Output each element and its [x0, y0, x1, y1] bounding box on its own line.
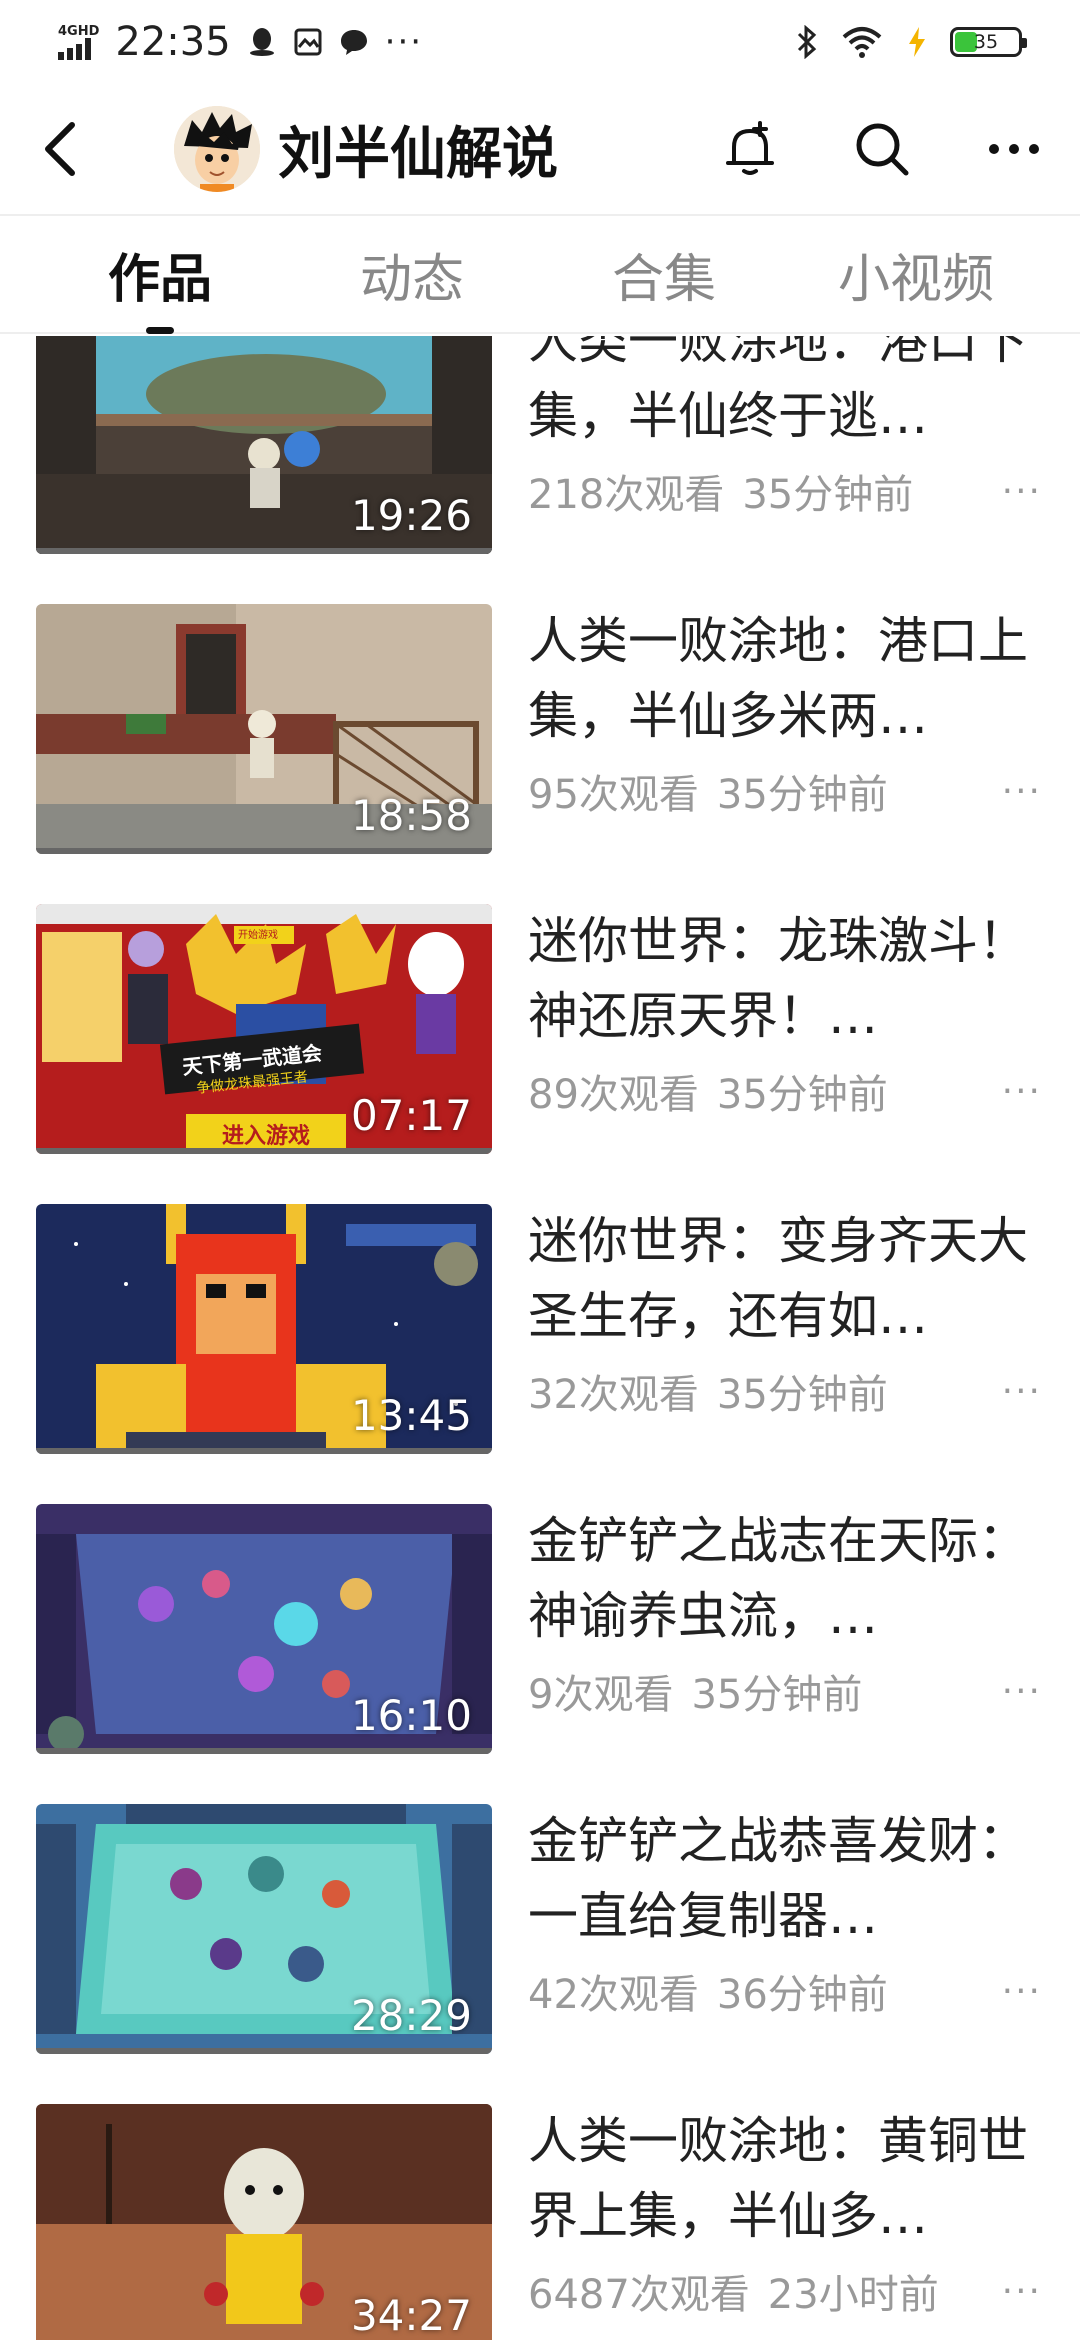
tab-short-videos[interactable]: 小视频: [790, 237, 1042, 312]
search-button[interactable]: [846, 113, 918, 185]
video-more-button[interactable]: ···: [1002, 1371, 1046, 1412]
video-duration: 16:10: [350, 1691, 472, 1740]
video-thumbnail[interactable]: 18:58: [36, 604, 492, 854]
search-icon: [856, 123, 909, 176]
video-item[interactable]: 开始游戏 天下第一武道会 争做龙珠最强王者 进入游戏 07:17 迷你世界：龙珠…: [36, 904, 1046, 1154]
video-thumbnail[interactable]: 13:45: [36, 1204, 492, 1454]
video-title[interactable]: 迷你世界：龙珠激斗！神还原天界！…: [528, 904, 1046, 1054]
channel-header: 刘半仙解说: [0, 84, 1080, 214]
video-item[interactable]: 16:10 金铲铲之战志在天际：神谕养虫流，… 9次观看 35分钟前 ···: [36, 1504, 1046, 1754]
video-views: 6487次观看: [528, 2272, 750, 2318]
video-item[interactable]: 18:58 人类一败涂地：港口上集，半仙多米两… 95次观看 35分钟前 ···: [36, 604, 1046, 854]
more-notifications-icon: ···: [384, 22, 424, 62]
bluetooth-icon: [792, 25, 822, 59]
bell-plus-icon: [726, 121, 774, 175]
video-time: 35分钟前: [716, 772, 888, 818]
wifi-icon: [840, 27, 884, 58]
video-more-button[interactable]: ···: [1002, 471, 1046, 512]
battery-level: 35: [973, 31, 999, 53]
video-title[interactable]: 金铲铲之战恭喜发财：一直给复制器…: [528, 1804, 1046, 1954]
video-item[interactable]: 13:45 迷你世界：变身齐天大圣生存，还有如… 32次观看 35分钟前 ···: [36, 1204, 1046, 1454]
qq-icon: [247, 27, 277, 57]
video-more-button[interactable]: ···: [1002, 1671, 1046, 1712]
video-time: 35分钟前: [716, 1072, 888, 1118]
more-horizontal-icon: [989, 144, 1039, 154]
video-more-button[interactable]: ···: [1002, 1971, 1046, 2012]
video-thumbnail[interactable]: 开始游戏 天下第一武道会 争做龙珠最强王者 进入游戏 07:17: [36, 904, 492, 1154]
chevron-left-icon: [45, 122, 75, 176]
video-title[interactable]: 人类一败涂地：港口下集，半仙终于逃…: [528, 336, 1046, 454]
video-time: 23小时前: [767, 2272, 939, 2318]
charging-icon: [902, 27, 932, 57]
tab-collections[interactable]: 合集: [538, 237, 790, 312]
cellular-signal-icon: 4GHD: [58, 25, 99, 60]
video-time: 35分钟前: [742, 472, 914, 518]
video-item[interactable]: 34:27 人类一败涂地：黄铜世界上集，半仙多… 6487次观看 23小时前 ·…: [36, 2104, 1046, 2340]
video-time: 35分钟前: [691, 1672, 863, 1718]
video-views: 89次观看: [528, 1072, 699, 1118]
thumb-start-game-text: 开始游戏: [238, 930, 278, 941]
video-duration: 34:27: [350, 2291, 472, 2340]
back-button[interactable]: [40, 114, 110, 184]
video-title[interactable]: 人类一败涂地：港口上集，半仙多米两…: [528, 604, 1046, 754]
video-views: 9次观看: [528, 1672, 674, 1718]
video-title[interactable]: 人类一败涂地：黄铜世界上集，半仙多…: [528, 2104, 1046, 2254]
subscribe-bell-button[interactable]: [714, 113, 786, 185]
video-list: 19:26 人类一败涂地：港口下集，半仙终于逃… 218次观看 35分钟前 ··…: [0, 336, 1080, 2340]
avatar[interactable]: [174, 106, 260, 192]
video-item[interactable]: 19:26 人类一败涂地：港口下集，半仙终于逃… 218次观看 35分钟前 ··…: [36, 336, 1046, 554]
video-views: 218次观看: [528, 472, 725, 518]
video-duration: 19:26: [350, 491, 472, 540]
video-item[interactable]: 28:29 金铲铲之战恭喜发财：一直给复制器… 42次观看 36分钟前 ···: [36, 1804, 1046, 2054]
tab-updates[interactable]: 动态: [286, 237, 538, 312]
video-thumbnail[interactable]: 34:27: [36, 2104, 492, 2340]
video-views: 32次观看: [528, 1372, 699, 1418]
video-time: 35分钟前: [716, 1372, 888, 1418]
status-time: 22:35: [115, 19, 231, 65]
status-bar: 4GHD 22:35 ··· 35: [0, 0, 1080, 84]
tab-works[interactable]: 作品: [34, 237, 286, 312]
photo-icon: [293, 27, 323, 57]
message-icon: [339, 27, 369, 57]
video-more-button[interactable]: ···: [1002, 771, 1046, 812]
video-duration: 28:29: [350, 1991, 472, 2040]
thumb-enter-game-text: 进入游戏: [222, 1124, 311, 1149]
video-time: 36分钟前: [716, 1972, 888, 2018]
video-views: 95次观看: [528, 772, 699, 818]
video-thumbnail[interactable]: 16:10: [36, 1504, 492, 1754]
video-more-button[interactable]: ···: [1002, 1071, 1046, 1112]
video-duration: 07:17: [350, 1091, 472, 1140]
video-thumbnail[interactable]: 28:29: [36, 1804, 492, 2054]
video-title[interactable]: 迷你世界：变身齐天大圣生存，还有如…: [528, 1204, 1046, 1354]
channel-name: 刘半仙解说: [278, 121, 558, 187]
network-type: 4GHD: [58, 23, 100, 39]
more-options-button[interactable]: [978, 113, 1050, 185]
video-views: 42次观看: [528, 1972, 699, 2018]
video-duration: 18:58: [350, 791, 472, 840]
channel-tabs: 作品 动态 合集 小视频: [0, 214, 1080, 334]
battery-icon: 35: [950, 27, 1027, 57]
video-title[interactable]: 金铲铲之战志在天际：神谕养虫流，…: [528, 1504, 1046, 1654]
video-thumbnail[interactable]: 19:26: [36, 336, 492, 554]
video-more-button[interactable]: ···: [1002, 2271, 1046, 2312]
video-duration: 13:45: [350, 1391, 472, 1440]
